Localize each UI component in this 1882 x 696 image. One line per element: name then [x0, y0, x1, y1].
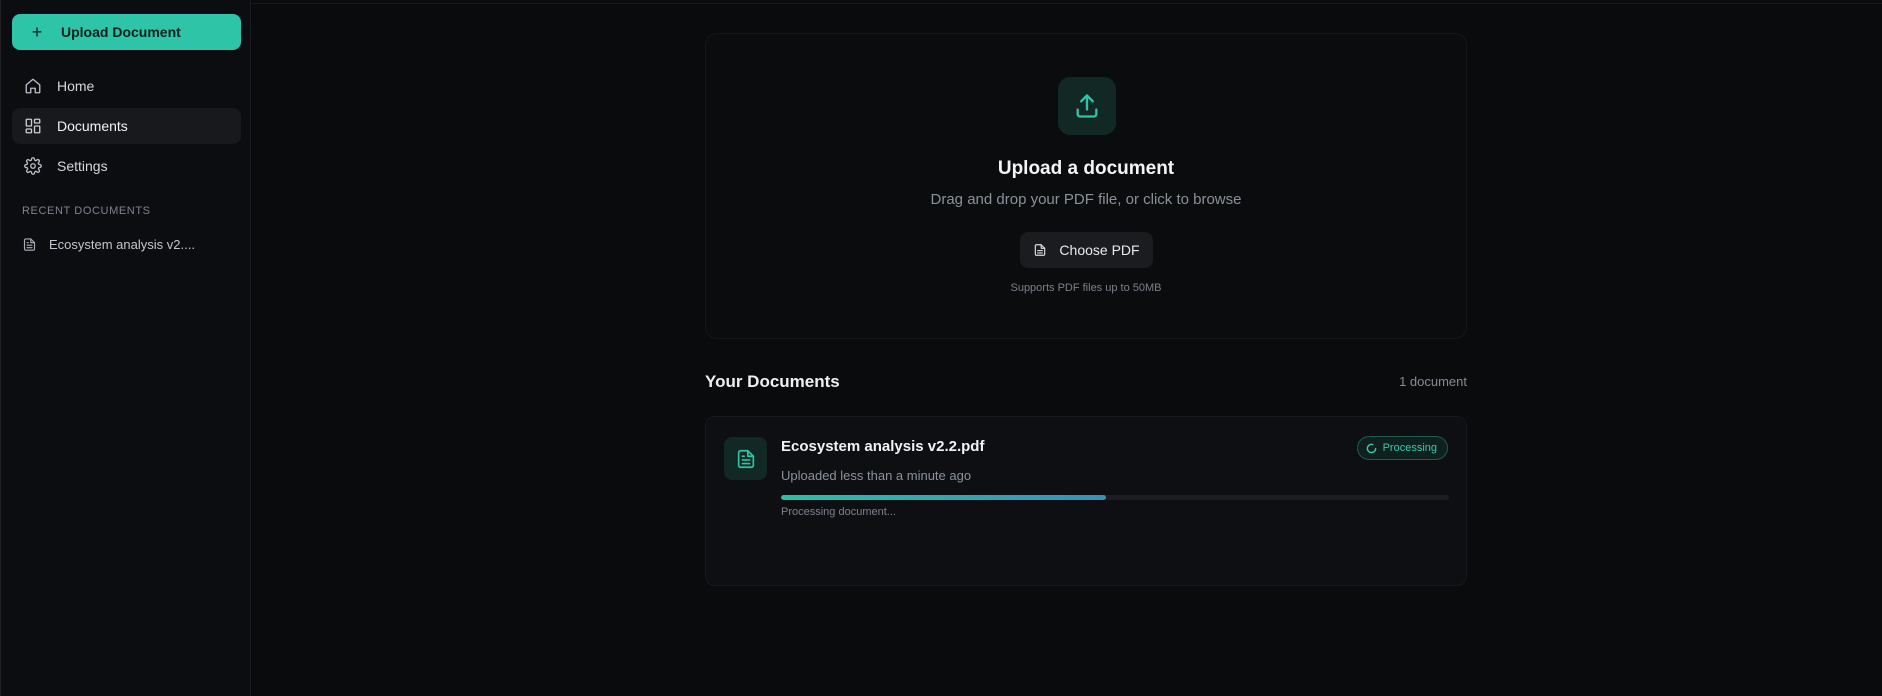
document-name: Ecosystem analysis v2.2.pdf [781, 438, 985, 455]
file-icon [724, 437, 767, 480]
upload-document-button[interactable]: + Upload Document [12, 14, 241, 50]
app-window: + Upload Document Home Documents Setting… [0, 0, 1882, 696]
upload-title: Upload a document [997, 158, 1175, 179]
upload-icon [1058, 77, 1116, 135]
recent-document-label: Ecosystem analysis v2.... [49, 236, 195, 252]
recent-document-item[interactable]: Ecosystem analysis v2.... [12, 229, 241, 259]
documents-count: 1 document [1399, 374, 1467, 389]
progress-label: Processing document... [781, 506, 896, 518]
document-uploaded-time: Uploaded less than a minute ago [781, 468, 972, 483]
status-label: Processing [1382, 442, 1437, 454]
recent-documents-heading: RECENT DOCUMENTS [22, 205, 151, 217]
plus-icon: + [31, 22, 43, 42]
choose-pdf-label: Choose PDF [1059, 242, 1140, 258]
sidebar-item-label: Documents [57, 118, 128, 134]
sidebar-item-settings[interactable]: Settings [12, 148, 241, 184]
processing-progress-bar [781, 495, 1449, 500]
grid-icon [25, 118, 41, 134]
upload-subtitle: Drag and drop your PDF file, or click to… [930, 191, 1242, 208]
file-icon [1035, 244, 1046, 256]
spinner-icon [1366, 443, 1376, 453]
upload-dropzone[interactable]: Upload a document Drag and drop your PDF… [705, 33, 1467, 339]
sidebar-item-label: Settings [57, 158, 108, 174]
sidebar-item-documents[interactable]: Documents [12, 108, 241, 144]
file-icon [23, 237, 36, 251]
sidebar-item-home[interactable]: Home [12, 68, 241, 104]
upload-document-label: Upload Document [61, 24, 181, 40]
status-badge: Processing [1356, 436, 1448, 460]
sidebar-item-label: Home [57, 78, 95, 94]
upload-note: Supports PDF files up to 50MB [1010, 282, 1162, 294]
choose-pdf-button[interactable]: Choose PDF [1020, 232, 1153, 268]
home-icon [25, 78, 41, 94]
progress-fill [781, 495, 1106, 500]
top-divider [252, 3, 1882, 4]
sidebar: + Upload Document Home Documents Setting… [0, 0, 251, 696]
documents-heading: Your Documents [705, 372, 840, 391]
gear-icon [24, 157, 42, 175]
document-card[interactable]: Ecosystem analysis v2.2.pdf Uploaded les… [705, 416, 1467, 586]
